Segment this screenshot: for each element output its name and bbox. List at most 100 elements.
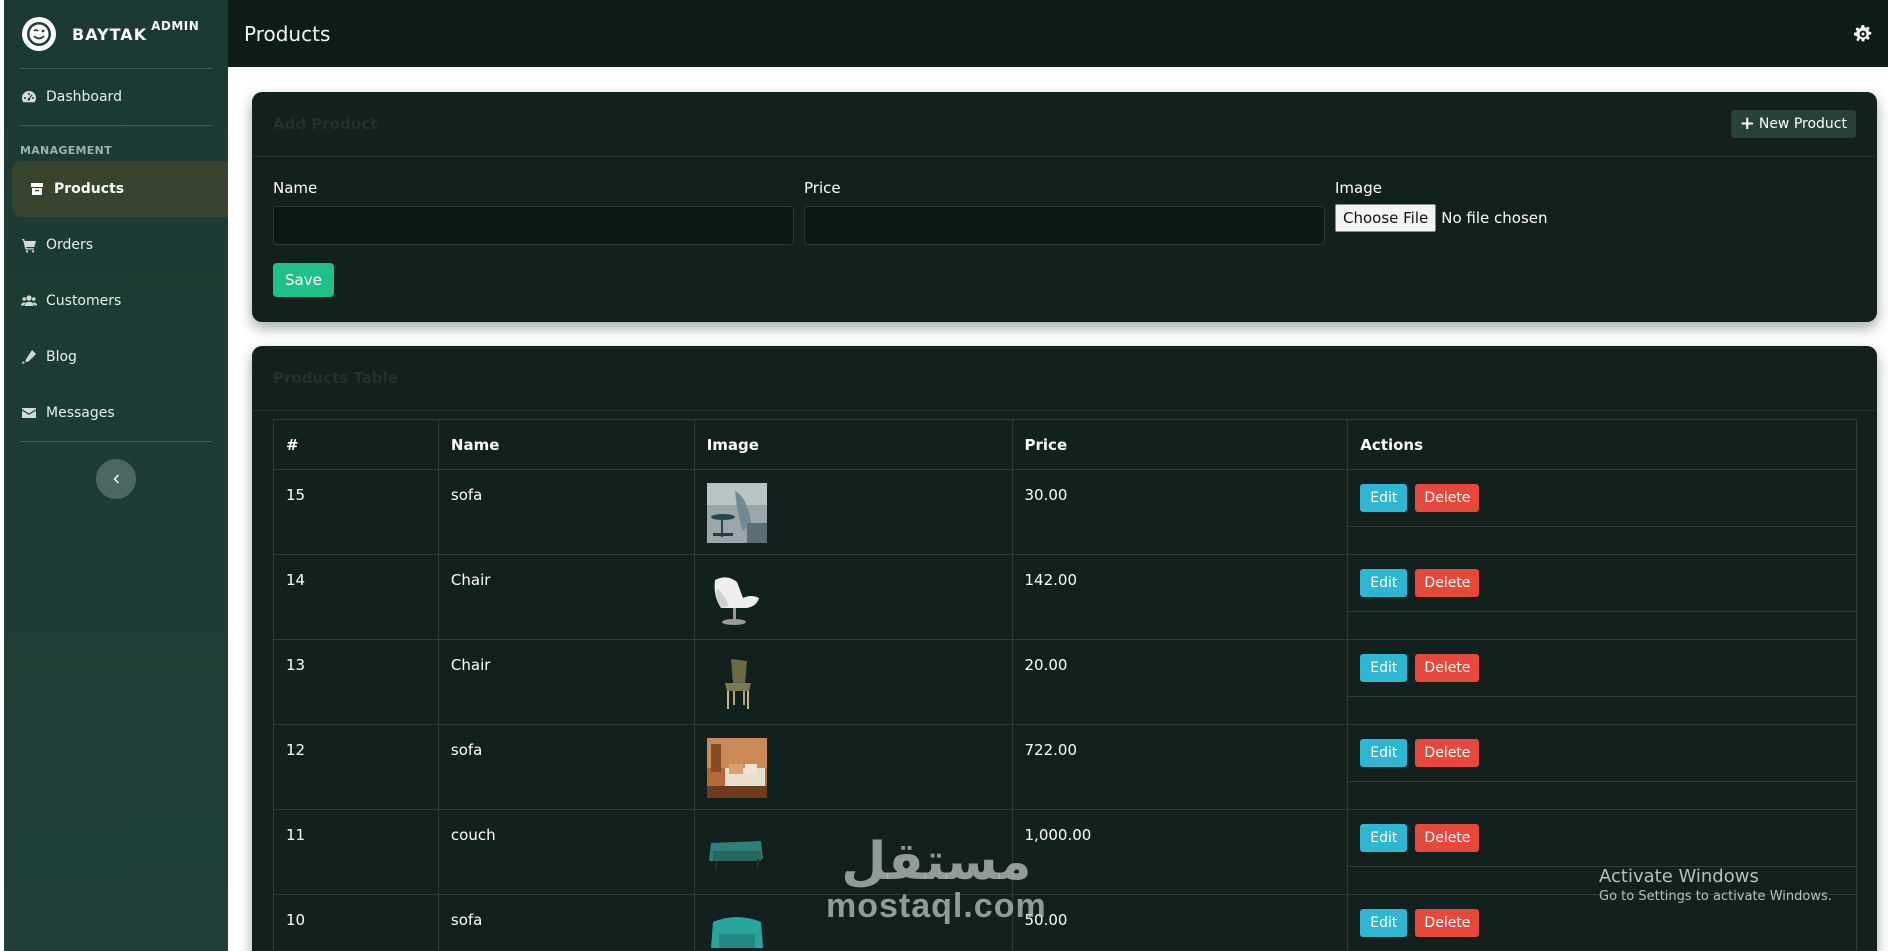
new-product-button[interactable]: + New Product bbox=[1730, 110, 1856, 138]
pen-icon bbox=[20, 348, 38, 366]
cell-name: Chair bbox=[437, 554, 695, 640]
edit-button[interactable]: Edit bbox=[1360, 909, 1408, 937]
actions-group: Edit Delete bbox=[1348, 810, 1856, 867]
brand-name: BAYTAK bbox=[72, 24, 148, 44]
cell-price: 722.00 bbox=[1011, 724, 1349, 810]
card-header: Add Product + New Product bbox=[252, 92, 1877, 157]
windows-activation-title: Activate Windows bbox=[1599, 866, 1759, 887]
product-thumbnail bbox=[706, 483, 767, 543]
cell-actions: Edit Delete bbox=[1347, 469, 1857, 555]
box-icon bbox=[28, 180, 46, 198]
cell-price: 30.00 bbox=[1011, 469, 1349, 555]
edit-button[interactable]: Edit bbox=[1360, 569, 1408, 597]
envelope-icon bbox=[20, 404, 38, 422]
watermark-latin: mostaql.com bbox=[826, 887, 1047, 925]
sidebar-collapse-button[interactable] bbox=[96, 459, 136, 499]
add-product-card: Add Product + New Product Name Price Ima… bbox=[252, 92, 1877, 322]
sidebar-item-label: Blog bbox=[46, 349, 77, 365]
cell-name: sofa bbox=[437, 469, 695, 555]
file-input: Choose File No file chosen bbox=[1335, 204, 1856, 232]
cell-name: Chair bbox=[437, 639, 695, 725]
actions-group: Edit Delete bbox=[1348, 640, 1856, 697]
table-row: 15 sofa 30.00 Edit Delete bbox=[273, 469, 1857, 555]
price-field-group: Price bbox=[804, 179, 1325, 245]
brand[interactable]: BAYTAK ADMIN bbox=[4, 0, 228, 68]
edit-button[interactable]: Edit bbox=[1360, 824, 1408, 852]
delete-button[interactable]: Delete bbox=[1415, 569, 1480, 597]
cell-actions: Edit Delete bbox=[1347, 724, 1857, 810]
cell-price: 142.00 bbox=[1011, 554, 1349, 640]
column-header-actions: Actions bbox=[1347, 419, 1857, 470]
cell-name: sofa bbox=[437, 724, 695, 810]
cell-id: 11 bbox=[273, 809, 439, 895]
delete-button[interactable]: Delete bbox=[1415, 484, 1480, 512]
delete-button[interactable]: Delete bbox=[1415, 824, 1480, 852]
image-field-group: Image Choose File No file chosen bbox=[1335, 179, 1856, 245]
topbar: Products bbox=[228, 0, 1888, 67]
column-header-id: # bbox=[273, 419, 439, 470]
gauge-icon bbox=[20, 88, 38, 106]
cell-actions: Edit Delete bbox=[1347, 554, 1857, 640]
sidebar-item-messages[interactable]: Messages bbox=[4, 385, 228, 441]
cell-id: 14 bbox=[273, 554, 439, 640]
cell-image bbox=[693, 639, 1013, 725]
windows-activation-subtitle: Go to Settings to activate Windows. bbox=[1599, 889, 1832, 904]
cell-image bbox=[693, 554, 1013, 640]
delete-button[interactable]: Delete bbox=[1415, 654, 1480, 682]
cell-image bbox=[693, 469, 1013, 555]
sidebar-item-products[interactable]: Products bbox=[12, 161, 228, 217]
product-thumbnail bbox=[706, 908, 767, 951]
card-title: Add Product bbox=[273, 115, 378, 133]
sidebar-item-label: Products bbox=[54, 181, 125, 197]
cell-price: 50.00 bbox=[1011, 894, 1349, 951]
name-input[interactable] bbox=[273, 206, 794, 245]
new-product-label: New Product bbox=[1758, 116, 1847, 132]
choose-file-button[interactable]: Choose File bbox=[1335, 204, 1437, 232]
mostaql-watermark: مستقل mostaql.com bbox=[826, 836, 1047, 924]
edit-button[interactable]: Edit bbox=[1360, 484, 1408, 512]
edit-button[interactable]: Edit bbox=[1360, 654, 1408, 682]
sidebar-item-orders[interactable]: Orders bbox=[4, 217, 228, 273]
main-content: Add Product + New Product Name Price Ima… bbox=[228, 67, 1888, 951]
column-header-price: Price bbox=[1011, 419, 1349, 470]
column-header-image: Image bbox=[693, 419, 1013, 470]
file-status: No file chosen bbox=[1441, 209, 1548, 227]
brand-sup: ADMIN bbox=[151, 19, 200, 33]
edit-button[interactable]: Edit bbox=[1360, 739, 1408, 767]
column-header-name: Name bbox=[437, 419, 695, 470]
actions-group: Edit Delete bbox=[1348, 555, 1856, 612]
name-field-group: Name bbox=[273, 179, 794, 245]
product-thumbnail bbox=[706, 653, 767, 713]
sidebar-item-dashboard[interactable]: Dashboard bbox=[4, 69, 228, 125]
cell-name: sofa bbox=[437, 894, 695, 951]
sidebar-item-label: Orders bbox=[46, 237, 94, 253]
sidebar-item-blog[interactable]: Blog bbox=[4, 329, 228, 385]
cart-icon bbox=[20, 236, 38, 254]
price-input[interactable] bbox=[804, 206, 1325, 245]
users-icon bbox=[20, 292, 38, 310]
sidebar-item-customers[interactable]: Customers bbox=[4, 273, 228, 329]
plus-icon: + bbox=[1739, 113, 1755, 134]
cell-name: couch bbox=[437, 809, 695, 895]
cell-id: 12 bbox=[273, 724, 439, 810]
save-button[interactable]: Save bbox=[273, 263, 334, 297]
card-title: Products Table bbox=[273, 369, 398, 387]
gear-icon[interactable] bbox=[1854, 24, 1872, 43]
product-thumbnail bbox=[706, 823, 767, 883]
table-row: 14 Chair 142.00 Edit Delete bbox=[273, 554, 1857, 640]
watermark-arabic: مستقل bbox=[841, 832, 1032, 892]
app-root: BAYTAK ADMIN Dashboard MANAGEMENT Produc… bbox=[0, 0, 1888, 951]
cell-image bbox=[693, 724, 1013, 810]
image-label: Image bbox=[1335, 179, 1382, 197]
price-label: Price bbox=[804, 179, 841, 197]
product-thumbnail bbox=[706, 568, 767, 628]
section-heading: MANAGEMENT bbox=[20, 144, 112, 157]
delete-button[interactable]: Delete bbox=[1415, 739, 1480, 767]
cell-id: 13 bbox=[273, 639, 439, 725]
windows-activation-notice: Activate Windows Go to Settings to activ… bbox=[1599, 866, 1832, 904]
product-thumbnail bbox=[706, 738, 767, 798]
delete-button[interactable]: Delete bbox=[1415, 909, 1480, 937]
page-title: Products bbox=[244, 21, 331, 46]
sidebar-divider bbox=[20, 441, 212, 442]
sidebar-item-label: Dashboard bbox=[46, 89, 122, 105]
